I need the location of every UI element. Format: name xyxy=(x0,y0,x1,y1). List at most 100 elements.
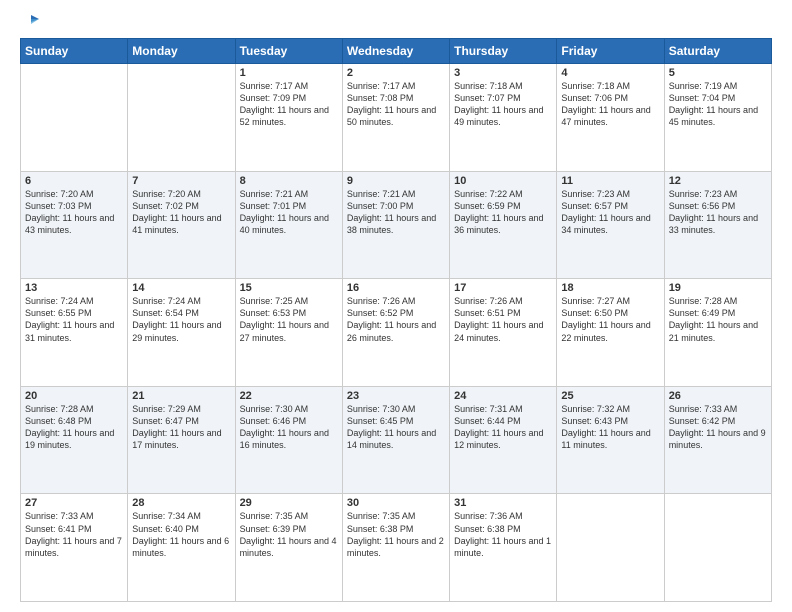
calendar-cell: 30 Sunrise: 7:35 AMSunset: 6:38 PMDayligh… xyxy=(342,494,449,602)
cell-info: Sunrise: 7:19 AMSunset: 7:04 PMDaylight:… xyxy=(669,81,758,127)
cell-info: Sunrise: 7:26 AMSunset: 6:51 PMDaylight:… xyxy=(454,296,543,342)
cell-info: Sunrise: 7:26 AMSunset: 6:52 PMDaylight:… xyxy=(347,296,436,342)
calendar-cell: 21 Sunrise: 7:29 AMSunset: 6:47 PMDayligh… xyxy=(128,386,235,494)
calendar-cell: 12 Sunrise: 7:23 AMSunset: 6:56 PMDayligh… xyxy=(664,171,771,279)
day-number: 16 xyxy=(347,282,445,294)
cell-info: Sunrise: 7:17 AMSunset: 7:09 PMDaylight:… xyxy=(240,81,329,127)
calendar-cell: 26 Sunrise: 7:33 AMSunset: 6:42 PMDayligh… xyxy=(664,386,771,494)
day-number: 9 xyxy=(347,175,445,187)
calendar-day-header: Wednesday xyxy=(342,39,449,64)
logo-bird-icon xyxy=(21,14,39,30)
calendar-cell: 20 Sunrise: 7:28 AMSunset: 6:48 PMDayligh… xyxy=(21,386,128,494)
day-number: 13 xyxy=(25,282,123,294)
calendar-cell xyxy=(557,494,664,602)
page: SundayMondayTuesdayWednesdayThursdayFrid… xyxy=(0,0,792,612)
cell-info: Sunrise: 7:24 AMSunset: 6:54 PMDaylight:… xyxy=(132,296,221,342)
calendar-cell: 28 Sunrise: 7:34 AMSunset: 6:40 PMDayligh… xyxy=(128,494,235,602)
calendar-cell: 13 Sunrise: 7:24 AMSunset: 6:55 PMDayligh… xyxy=(21,279,128,387)
cell-info: Sunrise: 7:28 AMSunset: 6:48 PMDaylight:… xyxy=(25,404,114,450)
day-number: 21 xyxy=(132,390,230,402)
cell-info: Sunrise: 7:32 AMSunset: 6:43 PMDaylight:… xyxy=(561,404,650,450)
day-number: 26 xyxy=(669,390,767,402)
cell-info: Sunrise: 7:27 AMSunset: 6:50 PMDaylight:… xyxy=(561,296,650,342)
cell-info: Sunrise: 7:23 AMSunset: 6:56 PMDaylight:… xyxy=(669,189,758,235)
calendar-day-header: Thursday xyxy=(450,39,557,64)
cell-info: Sunrise: 7:34 AMSunset: 6:40 PMDaylight:… xyxy=(132,511,229,557)
day-number: 14 xyxy=(132,282,230,294)
calendar-cell: 8 Sunrise: 7:21 AMSunset: 7:01 PMDaylight… xyxy=(235,171,342,279)
calendar-cell: 18Sunrise: 7:27 AMSunset: 6:50 PMDayligh… xyxy=(557,279,664,387)
cell-info: Sunrise: 7:31 AMSunset: 6:44 PMDaylight:… xyxy=(454,404,543,450)
calendar-week-row: 20 Sunrise: 7:28 AMSunset: 6:48 PMDayligh… xyxy=(21,386,772,494)
cell-info: Sunrise: 7:20 AMSunset: 7:03 PMDaylight:… xyxy=(25,189,114,235)
calendar-cell: 5 Sunrise: 7:19 AMSunset: 7:04 PMDaylight… xyxy=(664,64,771,172)
day-number: 3 xyxy=(454,67,552,79)
calendar-cell: 27 Sunrise: 7:33 AMSunset: 6:41 PMDayligh… xyxy=(21,494,128,602)
calendar-cell xyxy=(21,64,128,172)
calendar-cell: 6Sunrise: 7:20 AMSunset: 7:03 PMDaylight… xyxy=(21,171,128,279)
calendar-cell xyxy=(664,494,771,602)
cell-info: Sunrise: 7:18 AMSunset: 7:06 PMDaylight:… xyxy=(561,81,650,127)
day-number: 12 xyxy=(669,175,767,187)
cell-info: Sunrise: 7:30 AMSunset: 6:46 PMDaylight:… xyxy=(240,404,329,450)
calendar-table: SundayMondayTuesdayWednesdayThursdayFrid… xyxy=(20,38,772,602)
day-number: 17 xyxy=(454,282,552,294)
calendar-cell: 2Sunrise: 7:17 AMSunset: 7:08 PMDaylight… xyxy=(342,64,449,172)
cell-info: Sunrise: 7:20 AMSunset: 7:02 PMDaylight:… xyxy=(132,189,221,235)
calendar-cell: 29 Sunrise: 7:35 AMSunset: 6:39 PMDayligh… xyxy=(235,494,342,602)
calendar-cell: 10 Sunrise: 7:22 AMSunset: 6:59 PMDayligh… xyxy=(450,171,557,279)
cell-info: Sunrise: 7:35 AMSunset: 6:38 PMDaylight:… xyxy=(347,511,444,557)
day-number: 25 xyxy=(561,390,659,402)
cell-info: Sunrise: 7:18 AMSunset: 7:07 PMDaylight:… xyxy=(454,81,543,127)
calendar-cell: 16 Sunrise: 7:26 AMSunset: 6:52 PMDayligh… xyxy=(342,279,449,387)
day-number: 11 xyxy=(561,175,659,187)
calendar-cell: 31 Sunrise: 7:36 AMSunset: 6:38 PMDayligh… xyxy=(450,494,557,602)
day-number: 28 xyxy=(132,497,230,509)
calendar-day-header: Tuesday xyxy=(235,39,342,64)
header xyxy=(20,16,772,30)
cell-info: Sunrise: 7:24 AMSunset: 6:55 PMDaylight:… xyxy=(25,296,114,342)
calendar-week-row: 6Sunrise: 7:20 AMSunset: 7:03 PMDaylight… xyxy=(21,171,772,279)
calendar-header-row: SundayMondayTuesdayWednesdayThursdayFrid… xyxy=(21,39,772,64)
day-number: 19 xyxy=(669,282,767,294)
day-number: 31 xyxy=(454,497,552,509)
calendar-cell: 19 Sunrise: 7:28 AMSunset: 6:49 PMDayligh… xyxy=(664,279,771,387)
day-number: 22 xyxy=(240,390,338,402)
calendar-cell: 15Sunrise: 7:25 AMSunset: 6:53 PMDayligh… xyxy=(235,279,342,387)
calendar-cell: 17 Sunrise: 7:26 AMSunset: 6:51 PMDayligh… xyxy=(450,279,557,387)
cell-info: Sunrise: 7:21 AMSunset: 7:00 PMDaylight:… xyxy=(347,189,436,235)
day-number: 8 xyxy=(240,175,338,187)
calendar-cell: 23Sunrise: 7:30 AMSunset: 6:45 PMDayligh… xyxy=(342,386,449,494)
cell-info: Sunrise: 7:35 AMSunset: 6:39 PMDaylight:… xyxy=(240,511,337,557)
cell-info: Sunrise: 7:22 AMSunset: 6:59 PMDaylight:… xyxy=(454,189,543,235)
cell-info: Sunrise: 7:33 AMSunset: 6:41 PMDaylight:… xyxy=(25,511,122,557)
day-number: 30 xyxy=(347,497,445,509)
day-number: 24 xyxy=(454,390,552,402)
day-number: 5 xyxy=(669,67,767,79)
calendar-cell: 25 Sunrise: 7:32 AMSunset: 6:43 PMDayligh… xyxy=(557,386,664,494)
cell-info: Sunrise: 7:28 AMSunset: 6:49 PMDaylight:… xyxy=(669,296,758,342)
calendar-cell: 4Sunrise: 7:18 AMSunset: 7:06 PMDaylight… xyxy=(557,64,664,172)
calendar-cell: 14 Sunrise: 7:24 AMSunset: 6:54 PMDayligh… xyxy=(128,279,235,387)
calendar-cell: 22 Sunrise: 7:30 AMSunset: 6:46 PMDayligh… xyxy=(235,386,342,494)
day-number: 27 xyxy=(25,497,123,509)
calendar-cell: 3 Sunrise: 7:18 AMSunset: 7:07 PMDaylight… xyxy=(450,64,557,172)
cell-info: Sunrise: 7:23 AMSunset: 6:57 PMDaylight:… xyxy=(561,189,650,235)
calendar-cell: 1Sunrise: 7:17 AMSunset: 7:09 PMDaylight… xyxy=(235,64,342,172)
cell-info: Sunrise: 7:29 AMSunset: 6:47 PMDaylight:… xyxy=(132,404,221,450)
day-number: 10 xyxy=(454,175,552,187)
logo xyxy=(20,16,39,30)
cell-info: Sunrise: 7:36 AMSunset: 6:38 PMDaylight:… xyxy=(454,511,551,557)
calendar-day-header: Sunday xyxy=(21,39,128,64)
calendar-week-row: 13 Sunrise: 7:24 AMSunset: 6:55 PMDayligh… xyxy=(21,279,772,387)
calendar-day-header: Saturday xyxy=(664,39,771,64)
day-number: 29 xyxy=(240,497,338,509)
day-number: 7 xyxy=(132,175,230,187)
calendar-day-header: Friday xyxy=(557,39,664,64)
calendar-cell: 11 Sunrise: 7:23 AMSunset: 6:57 PMDayligh… xyxy=(557,171,664,279)
cell-info: Sunrise: 7:21 AMSunset: 7:01 PMDaylight:… xyxy=(240,189,329,235)
cell-info: Sunrise: 7:30 AMSunset: 6:45 PMDaylight:… xyxy=(347,404,436,450)
calendar-cell: 9 Sunrise: 7:21 AMSunset: 7:00 PMDaylight… xyxy=(342,171,449,279)
cell-info: Sunrise: 7:33 AMSunset: 6:42 PMDaylight:… xyxy=(669,404,766,450)
day-number: 20 xyxy=(25,390,123,402)
